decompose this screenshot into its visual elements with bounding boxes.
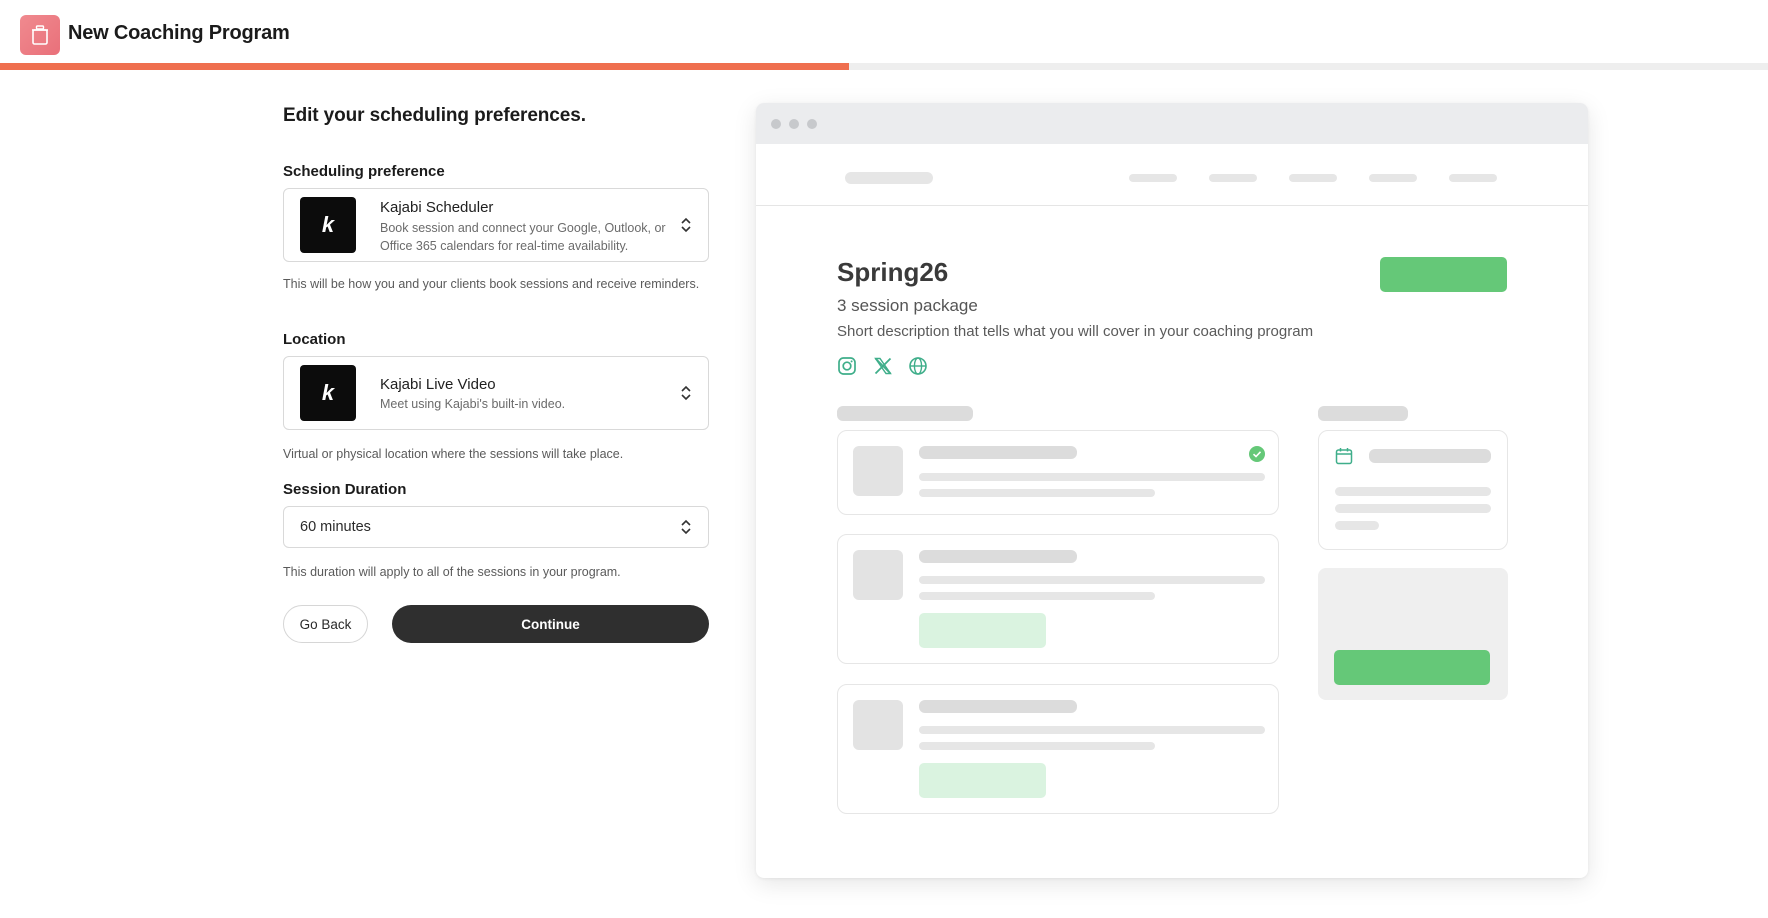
sidebar-purchase-card: [1318, 568, 1508, 700]
preview-cta-button: [1380, 257, 1507, 292]
button-placeholder: [919, 763, 1046, 798]
window-dot: [789, 119, 799, 129]
go-back-button[interactable]: Go Back: [283, 605, 368, 643]
instagram-icon: [838, 357, 856, 375]
purchase-button-placeholder: [1334, 650, 1490, 685]
nav-placeholder: [1369, 174, 1417, 182]
program-preview: Spring26 3 session package Short descrip…: [756, 103, 1588, 878]
scheduling-help-text: This will be how you and your clients bo…: [283, 277, 700, 291]
top-bar: New Coaching Program: [0, 0, 1768, 63]
nav-placeholder: [1289, 174, 1337, 182]
text-placeholder: [1369, 449, 1491, 463]
chevron-up-down-icon: [681, 217, 691, 233]
check-circle-icon: [1249, 446, 1265, 462]
scheduling-selected-title: Kajabi Scheduler: [380, 199, 494, 216]
form-heading: Edit your scheduling preferences.: [283, 105, 586, 126]
kajabi-logo: k: [300, 197, 356, 253]
preview-navbar: [756, 144, 1588, 206]
location-label: Location: [283, 331, 346, 348]
progress-bar: [0, 63, 1768, 70]
text-placeholder: [919, 700, 1077, 713]
session-thumbnail: [853, 446, 903, 496]
sidebar-heading-placeholder: [1318, 406, 1408, 421]
text-placeholder: [919, 742, 1155, 750]
session-duration-value: 60 minutes: [300, 519, 371, 535]
program-description: Short description that tells what you wi…: [837, 323, 1314, 340]
browser-chrome: [756, 103, 1588, 144]
trash-can-icon[interactable]: [20, 15, 60, 55]
text-placeholder: [1335, 504, 1491, 513]
location-select[interactable]: k Kajabi Live Video Meet using Kajabi's …: [283, 356, 709, 430]
scheduling-preference-label: Scheduling preference: [283, 163, 445, 180]
session-thumbnail: [853, 550, 903, 600]
session-duration-label: Session Duration: [283, 481, 407, 498]
text-placeholder: [919, 576, 1265, 584]
session-thumbnail: [853, 700, 903, 750]
x-twitter-icon: [874, 357, 892, 375]
text-placeholder: [919, 446, 1077, 459]
location-selected-title: Kajabi Live Video: [380, 376, 496, 393]
scheduling-selected-description: Book session and connect your Google, Ou…: [380, 221, 666, 253]
text-placeholder: [919, 550, 1077, 563]
session-card: [837, 684, 1279, 814]
window-dot: [771, 119, 781, 129]
session-card: [837, 430, 1279, 515]
location-help-text: Virtual or physical location where the s…: [283, 447, 624, 461]
logo-placeholder: [845, 172, 933, 184]
kajabi-logo: k: [300, 365, 356, 421]
nav-placeholder: [1209, 174, 1257, 182]
continue-button[interactable]: Continue: [392, 605, 709, 643]
chevron-up-down-icon: [681, 519, 691, 535]
progress-bar-fill: [0, 63, 849, 70]
program-title: Spring26: [837, 257, 949, 287]
nav-placeholder: [1129, 174, 1177, 182]
session-duration-select[interactable]: 60 minutes: [283, 506, 709, 548]
window-dot: [807, 119, 817, 129]
location-selected-description: Meet using Kajabi's built-in video.: [380, 397, 566, 411]
globe-icon: [909, 357, 927, 375]
section-heading-placeholder: [837, 406, 973, 421]
text-placeholder: [919, 592, 1155, 600]
nav-placeholder: [1449, 174, 1497, 182]
page-title: New Coaching Program: [68, 22, 290, 44]
button-placeholder: [919, 613, 1046, 648]
session-card: [837, 534, 1279, 664]
chevron-up-down-icon: [681, 385, 691, 401]
duration-help-text: This duration will apply to all of the s…: [283, 565, 621, 579]
text-placeholder: [1335, 487, 1491, 496]
program-subtitle: 3 session package: [837, 296, 978, 315]
text-placeholder: [919, 489, 1155, 497]
text-placeholder: [919, 473, 1265, 481]
sidebar-calendar-card: [1318, 430, 1508, 550]
calendar-icon: [1335, 448, 1353, 465]
text-placeholder: [919, 726, 1265, 734]
text-placeholder: [1335, 521, 1379, 530]
scheduling-form: Edit your scheduling preferences. Schedu…: [283, 100, 709, 643]
scheduling-preference-select[interactable]: k Kajabi Scheduler Book session and conn…: [283, 188, 709, 262]
